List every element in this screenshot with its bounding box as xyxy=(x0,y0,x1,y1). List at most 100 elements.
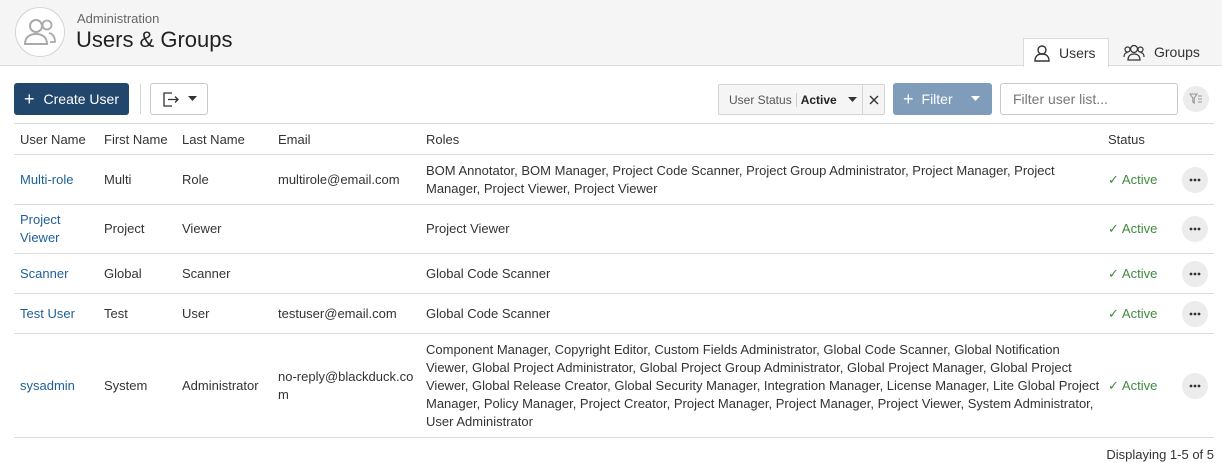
status-label: Active xyxy=(1121,221,1158,236)
last-name-cell: Administrator xyxy=(176,333,272,438)
roles-cell: BOM Annotator, BOM Manager, Project Code… xyxy=(420,154,1102,205)
table-header-row: User Name First Name Last Name Email Rol… xyxy=(14,123,1214,155)
chevron-down-icon xyxy=(187,96,197,101)
row-actions-cell xyxy=(1170,204,1214,254)
tab-users-label: Users xyxy=(1059,45,1096,61)
more-actions-button[interactable] xyxy=(1182,372,1208,399)
username-link[interactable]: Test User xyxy=(14,293,98,334)
status-cell: ✓ Active xyxy=(1102,253,1170,294)
toolbar-divider xyxy=(140,84,141,114)
check-icon: ✓ xyxy=(1108,305,1119,321)
status-cell: ✓ Active xyxy=(1102,204,1170,254)
check-icon: ✓ xyxy=(1108,265,1119,281)
more-horizontal-icon xyxy=(1189,384,1201,387)
more-horizontal-icon xyxy=(1189,312,1201,315)
tab-groups-label: Groups xyxy=(1154,44,1200,60)
filter-list-icon xyxy=(1189,93,1202,105)
username-link[interactable]: sysadmin xyxy=(14,333,98,438)
tab-users[interactable]: Users xyxy=(1023,38,1109,67)
first-name-cell: Project xyxy=(98,204,176,254)
column-header-username[interactable]: User Name xyxy=(14,123,98,155)
status-label: Active xyxy=(1121,305,1158,321)
filter-label: Filter xyxy=(921,91,953,107)
plus-icon: + xyxy=(24,89,35,109)
table-row: Project Viewer Project Viewer Project Vi… xyxy=(14,204,1214,254)
username-link[interactable]: Multi-role xyxy=(14,154,98,205)
check-icon: ✓ xyxy=(1108,377,1119,393)
status-label: Active xyxy=(1121,377,1158,393)
table-row: Multi-role Multi Role multirole@email.co… xyxy=(14,154,1214,205)
row-actions-cell xyxy=(1170,293,1214,334)
email-cell xyxy=(272,204,420,254)
first-name-cell: System xyxy=(98,333,176,438)
first-name-cell: Test xyxy=(98,293,176,334)
status-cell: ✓ Active xyxy=(1102,333,1170,438)
username-link[interactable]: Scanner xyxy=(14,253,98,294)
breadcrumb[interactable]: Administration xyxy=(77,11,159,26)
filter-user-list-input[interactable] xyxy=(1000,83,1178,115)
clear-filter-icon[interactable] xyxy=(862,85,884,114)
more-actions-button[interactable] xyxy=(1182,166,1208,193)
status-label: Active xyxy=(1121,265,1158,281)
column-header-roles[interactable]: Roles xyxy=(420,123,1102,155)
more-actions-button[interactable] xyxy=(1182,216,1208,242)
export-icon xyxy=(162,91,179,107)
chevron-down-icon[interactable] xyxy=(845,96,861,103)
roles-cell: Component Manager, Copyright Editor, Cus… xyxy=(420,333,1102,438)
users-icon xyxy=(23,19,56,45)
status-cell: ✓ Active xyxy=(1102,293,1170,334)
username-link[interactable]: Project Viewer xyxy=(14,204,98,254)
last-name-cell: User xyxy=(176,293,272,334)
row-actions-cell xyxy=(1170,253,1214,294)
column-header-status[interactable]: Status xyxy=(1102,123,1170,155)
table-row: sysadmin System Administrator no-reply@b… xyxy=(14,333,1214,438)
email-cell: no-reply@blackduck.com xyxy=(272,333,420,438)
user-icon xyxy=(1034,44,1050,62)
user-status-filter-value: Active xyxy=(800,92,837,107)
check-icon: ✓ xyxy=(1108,221,1119,236)
users-icon xyxy=(1123,44,1145,61)
row-actions-cell xyxy=(1170,154,1214,205)
email-cell: multirole@email.com xyxy=(272,154,420,205)
status-cell: ✓ Active xyxy=(1102,154,1170,205)
user-status-filter[interactable]: User Status Active xyxy=(718,84,885,115)
last-name-cell: Role xyxy=(176,154,272,205)
column-header-email[interactable]: Email xyxy=(272,123,420,155)
page-header: Administration Users & Groups Users Grou… xyxy=(0,0,1222,67)
more-actions-button[interactable] xyxy=(1182,260,1208,287)
column-header-actions xyxy=(1170,123,1214,155)
column-header-first-name[interactable]: First Name xyxy=(98,123,176,155)
export-button[interactable] xyxy=(150,83,208,115)
user-status-filter-label: User Status xyxy=(719,92,797,107)
roles-cell: Global Code Scanner xyxy=(420,293,1102,334)
last-name-cell: Scanner xyxy=(176,253,272,294)
last-name-cell: Viewer xyxy=(176,204,272,254)
email-cell: testuser@email.com xyxy=(272,293,420,334)
first-name-cell: Global xyxy=(98,253,176,294)
pagination-summary: Displaying 1-5 of 5 xyxy=(1106,447,1214,462)
page-title: Users & Groups xyxy=(76,27,233,52)
table-row: Scanner Global Scanner Global Code Scann… xyxy=(14,253,1214,294)
more-horizontal-icon xyxy=(1189,272,1201,275)
status-label: Active xyxy=(1121,171,1158,187)
chevron-down-icon xyxy=(971,96,980,101)
roles-cell: Global Code Scanner xyxy=(420,253,1102,294)
first-name-cell: Multi xyxy=(98,154,176,205)
plus-icon: + xyxy=(903,89,914,109)
filter-options-button[interactable] xyxy=(1183,86,1209,112)
email-cell xyxy=(272,253,420,294)
column-header-last-name[interactable]: Last Name xyxy=(176,123,272,155)
more-horizontal-icon xyxy=(1189,178,1201,181)
roles-cell: Project Viewer xyxy=(420,204,1102,254)
table-row: Test User Test User testuser@email.com G… xyxy=(14,293,1214,334)
more-actions-button[interactable] xyxy=(1182,300,1208,327)
create-user-button[interactable]: + Create User xyxy=(14,83,129,115)
more-horizontal-icon xyxy=(1189,227,1201,231)
filter-button[interactable]: + Filter xyxy=(893,83,992,115)
create-user-label: Create User xyxy=(43,91,119,107)
users-avatar xyxy=(15,7,65,57)
users-table: User Name First Name Last Name Email Rol… xyxy=(14,123,1214,438)
check-icon: ✓ xyxy=(1108,171,1119,187)
tab-groups[interactable]: Groups xyxy=(1113,38,1213,66)
row-actions-cell xyxy=(1170,333,1214,438)
